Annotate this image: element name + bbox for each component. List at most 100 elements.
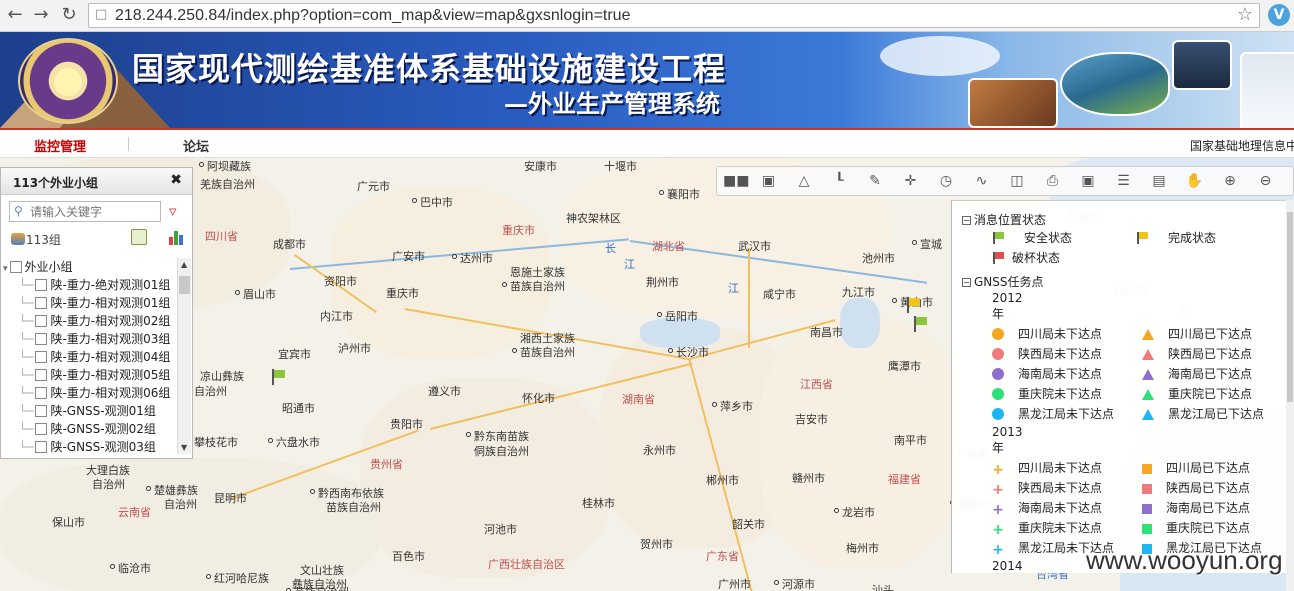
tree-item[interactable]: └─ 陕-GNSS-观测02组	[19, 420, 156, 438]
tree-checkbox[interactable]	[35, 369, 48, 381]
legend-item-label: 四川局未下达点	[1018, 461, 1103, 475]
legend-item-label: 四川局未下达点	[1018, 327, 1103, 341]
city-dot	[892, 298, 897, 303]
tree-checkbox[interactable]	[9, 261, 22, 273]
tree-item[interactable]: └─ 陕-GNSS-观测03组	[19, 438, 156, 456]
city-dot	[659, 190, 664, 195]
map-label: 重庆市	[386, 287, 419, 300]
city-dot	[834, 508, 839, 513]
chart-icon[interactable]: ∿	[972, 172, 992, 190]
tree-checkbox[interactable]	[35, 351, 48, 363]
flag-safe-icon[interactable]	[270, 369, 286, 385]
collapse-icon[interactable]: −	[962, 216, 971, 225]
group-icon[interactable]: ■■	[723, 172, 749, 190]
tree-checkbox[interactable]	[35, 333, 48, 345]
legend-panel: − 消息位置状态 安全状态 完成状态 破杯状态 − GNSS任务点 2012 年 四…	[951, 200, 1287, 573]
scroll-thumb[interactable]	[179, 276, 190, 294]
legend-scrollbar[interactable]	[1286, 200, 1294, 591]
plus-marker-icon: +	[992, 522, 1004, 538]
map-label: 红河哈尼族	[214, 572, 269, 585]
flag-safe-icon[interactable]	[912, 316, 928, 332]
area-icon[interactable]: ┖	[830, 172, 850, 190]
tree-item[interactable]: └─ 陕-重力-相对观测06组	[19, 384, 170, 402]
url-text[interactable]: 218.244.250.84/index.php?option=com_map&…	[115, 7, 630, 25]
tree-connector: └─	[19, 386, 34, 400]
fullscreen-icon[interactable]: ▣	[1078, 172, 1098, 190]
square-marker-icon	[1142, 484, 1152, 494]
export-icon[interactable]	[131, 229, 147, 245]
org-name: 国家基础地理信息中	[1190, 139, 1294, 153]
tree-checkbox[interactable]	[35, 315, 48, 327]
legend-item-label: 海南局已下达点	[1166, 501, 1251, 515]
puzzle-icon[interactable]: ✛	[901, 172, 921, 190]
legend-complete-label: 完成状态	[1168, 231, 1217, 245]
map-label: 达州市	[460, 252, 493, 265]
tree-item[interactable]: └─ 陕-重力-相对观测05组	[19, 366, 170, 384]
tree-item[interactable]: └─ 陕-重力-相对观测03组	[19, 330, 170, 348]
menu-forum[interactable]: 论坛	[183, 136, 209, 155]
address-bar[interactable]: □ 218.244.250.84/index.php?option=com_ma…	[88, 3, 1260, 28]
reload-icon[interactable]: ↻	[58, 4, 80, 26]
city-dot	[774, 580, 779, 585]
pan-hand-icon[interactable]: ✋	[1185, 172, 1205, 190]
select-icon[interactable]: ▣	[759, 172, 779, 190]
tree-expand-icon[interactable]: ▾	[3, 264, 8, 274]
city-dot	[502, 282, 507, 287]
map-label: 九江市	[842, 286, 875, 299]
map-label: 资阳市	[324, 275, 357, 288]
tree-checkbox[interactable]	[35, 387, 48, 399]
forward-arrow-icon[interactable]: →	[30, 4, 52, 26]
tree-item[interactable]: └─ 陕-重力-相对观测02组	[19, 312, 170, 330]
search-input[interactable]	[30, 204, 158, 219]
tree-checkbox[interactable]	[35, 279, 48, 291]
legend-item: 海南局未下达点	[992, 365, 1102, 382]
tree-item[interactable]: └─ 陕-重力-相对观测04组	[19, 348, 170, 366]
tree-checkbox[interactable]	[35, 297, 48, 309]
tree-item[interactable]: └─ 陕-重力-相对观测01组	[19, 294, 170, 312]
triangle-marker-icon	[1142, 409, 1154, 420]
legend-item-label: 黑龙江局已下达点	[1168, 407, 1265, 421]
clock-icon[interactable]: ◷	[936, 172, 956, 190]
tree-checkbox[interactable]	[35, 441, 48, 453]
square-marker-icon	[1142, 504, 1152, 514]
tree-scrollbar[interactable]: ▲ ▼	[177, 258, 191, 454]
scroll-thumb[interactable]	[1287, 212, 1293, 402]
map-label: 凉山彝族	[200, 370, 244, 383]
tree-checkbox[interactable]	[35, 405, 48, 417]
map-label: 十堰市	[604, 160, 637, 173]
tree-root[interactable]: ▾ 外业小组	[3, 258, 73, 276]
year-suffix: 年	[992, 441, 1005, 455]
legend-item: + 重庆院未下达点	[992, 519, 1102, 538]
tree-item-label: 陕-重力-相对观测03组	[50, 332, 171, 346]
legend-status-section[interactable]: − 消息位置状态	[962, 211, 1046, 228]
extension-icon[interactable]: V	[1268, 4, 1290, 26]
overview-icon[interactable]: ▤	[1149, 172, 1169, 190]
layers-icon[interactable]: ☰	[1114, 172, 1134, 190]
legend-gnss-section[interactable]: − GNSS任务点	[962, 273, 1044, 290]
collapse-icon[interactable]: −	[962, 278, 971, 287]
tree-item[interactable]: └─ 陕-GNSS-观测01组	[19, 402, 156, 420]
filter-icon[interactable]: ▿	[169, 202, 177, 220]
zoom-in-icon[interactable]: ⊕	[1220, 172, 1240, 190]
trash-icon[interactable]: ◫	[1007, 172, 1027, 190]
close-icon[interactable]: ✖	[170, 172, 182, 188]
menu-monitor[interactable]: 监控管理	[34, 136, 86, 155]
zoom-out-icon[interactable]: ⊖	[1256, 172, 1276, 190]
pen-icon[interactable]: ✎	[865, 172, 885, 190]
bookmark-star-icon[interactable]: ☆	[1237, 4, 1253, 25]
tree-checkbox[interactable]	[35, 423, 48, 435]
print-icon[interactable]: ⎙	[1043, 172, 1063, 190]
chart-icon[interactable]	[169, 229, 185, 245]
tree-item[interactable]: └─ 陕-重力-绝对观测01组	[19, 276, 170, 294]
banner-photo-canyon	[968, 78, 1058, 128]
scroll-up-icon[interactable]: ▲	[181, 260, 187, 269]
search-box[interactable]: ⚲	[9, 201, 161, 222]
flag-complete-icon[interactable]	[905, 297, 921, 313]
map-region	[760, 318, 960, 568]
measure-icon[interactable]: △	[794, 172, 814, 190]
back-arrow-icon[interactable]: ←	[4, 4, 26, 26]
map-label: 攀枝花市	[194, 436, 238, 449]
map-label: 湖北省	[652, 240, 685, 253]
map-label: 赣州市	[792, 472, 825, 485]
scroll-down-icon[interactable]: ▼	[181, 443, 187, 452]
